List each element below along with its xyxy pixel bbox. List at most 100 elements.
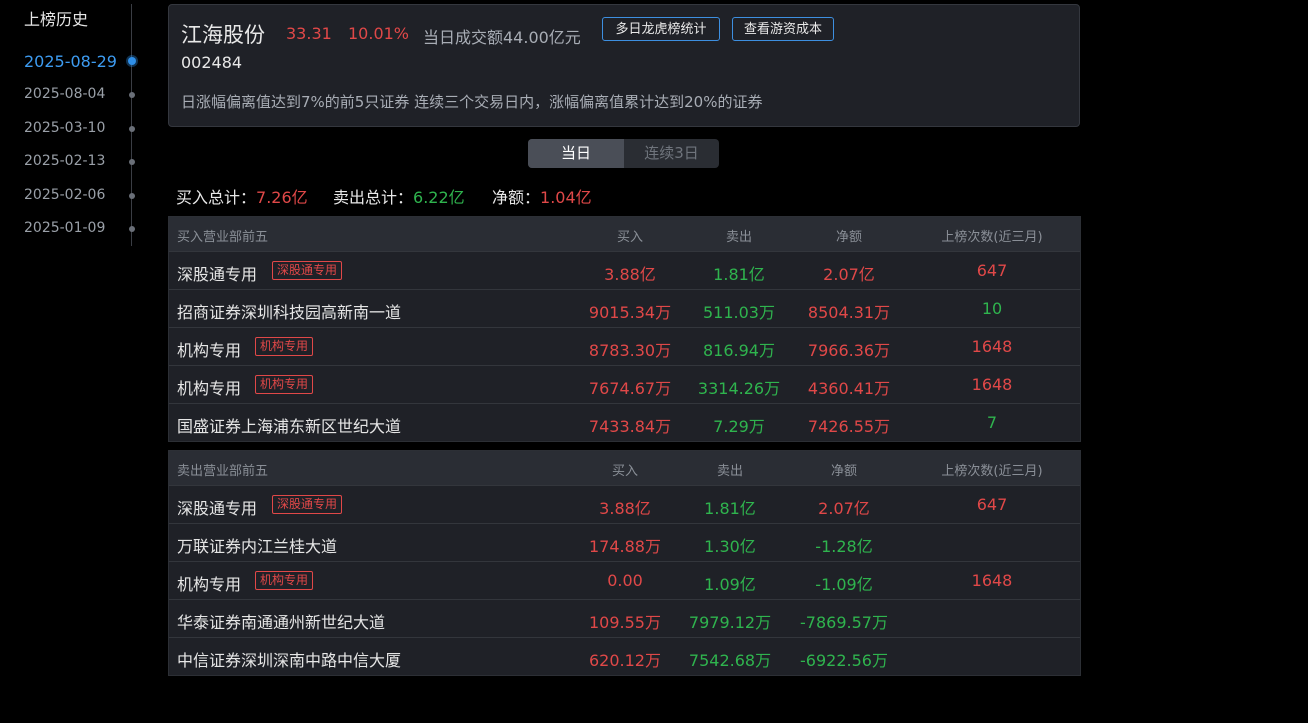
history-date-label: 2025-08-04 [24,86,106,102]
stock-price: 33.31 [286,24,332,43]
net-amount: 2.07亿 [818,499,870,518]
header-buy: 买入 [616,230,644,245]
history-date-item[interactable]: 2025-08-29 [24,52,144,72]
list-count: 7 [986,413,998,432]
sell-total: 卖出总计：6.22亿 [333,184,465,208]
sell-amount: 1.81亿 [713,265,765,284]
history-date-item[interactable]: 2025-03-10 [24,120,144,140]
seat-tag: 机构专用 [255,375,314,394]
table-row[interactable]: 机构专用 机构专用 7674.67万 3314.26万 4360.41万 164… [169,365,1080,403]
timeline-dot-icon [129,126,135,132]
buy-amount: 0.00 [607,571,643,590]
buy-amount: 620.12万 [589,651,661,670]
table-row[interactable]: 深股通专用 深股通专用 3.88亿 1.81亿 2.07亿 647 [169,485,1080,523]
daily-turnover: 当日成交额44.00亿元 [423,28,581,47]
seat-name: 华泰证券南通通州新世纪大道 [177,613,386,632]
history-date-item[interactable]: 2025-01-09 [24,220,144,240]
net-total-label: 净额： [492,188,541,207]
net-amount: -7869.57万 [800,613,888,632]
sidebar-title: 上榜历史 [24,10,89,29]
sell-amount: 1.81亿 [704,499,756,518]
timeline-dot-icon [129,159,135,165]
sell-total-value: 6.22亿 [413,188,465,207]
sell-total-label: 卖出总计： [333,188,414,207]
net-amount: 7966.36万 [807,341,891,360]
buy-total: 买入总计：7.26亿 [176,184,308,208]
timeline-dot-icon [129,193,135,199]
seat-name: 深股通专用 [177,499,258,518]
table-row[interactable]: 万联证券内江兰桂大道 174.88万 1.30亿 -1.28亿 [169,523,1080,561]
sell-amount: 1.30亿 [704,537,756,556]
buy-total-value: 7.26亿 [256,188,308,207]
buy-amount: 9015.34万 [588,303,672,322]
header-count: 上榜次数(近三月) [941,230,1043,245]
hot-money-cost-button[interactable]: 查看游资成本 [732,17,834,41]
list-count: 647 [976,495,1008,514]
table-row[interactable]: 国盛证券上海浦东新区世纪大道 7433.84万 7.29万 7426.55万 7 [169,403,1080,441]
table-row[interactable]: 中信证券深圳深南中路中信大厦 620.12万 7542.68万 -6922.56… [169,637,1080,675]
seat-name: 机构专用 [177,379,242,398]
net-amount: -1.09亿 [815,575,873,594]
header-net: 净额 [830,464,858,479]
sell-amount: 7979.12万 [688,613,772,632]
table-header: 买入营业部前五 买入 卖出 净额 上榜次数(近三月) [169,217,1080,251]
history-date-label: 2025-03-10 [24,120,106,136]
table-header: 卖出营业部前五 买入 卖出 净额 上榜次数(近三月) [169,451,1080,485]
table-row[interactable]: 华泰证券南通通州新世纪大道 109.55万 7979.12万 -7869.57万 [169,599,1080,637]
history-date-label: 2025-02-06 [24,187,106,203]
list-count: 1648 [971,571,1013,590]
sell-amount: 511.03万 [703,303,775,322]
history-date-label: 2025-02-13 [24,153,106,169]
tab-today[interactable]: 当日 [528,139,624,168]
history-date-item[interactable]: 2025-08-04 [24,86,144,106]
header-sell: 卖出 [725,230,753,245]
table-row[interactable]: 机构专用 机构专用 8783.30万 816.94万 7966.36万 1648 [169,327,1080,365]
listing-reason: 日涨幅偏离值达到7%的前5只证券 连续三个交易日内，涨幅偏离值累计达到20%的证… [181,93,763,111]
buy-total-label: 买入总计： [176,188,257,207]
list-count: 1648 [971,337,1013,356]
table-row[interactable]: 深股通专用 深股通专用 3.88亿 1.81亿 2.07亿 647 [169,251,1080,289]
timeline-dot-icon [128,57,136,65]
period-tabs: 当日 连续3日 [528,139,719,168]
sell-amount: 7542.68万 [688,651,772,670]
list-count: 10 [981,299,1003,318]
history-date-item[interactable]: 2025-02-06 [24,187,144,207]
buy-amount: 7674.67万 [588,379,672,398]
seat-name: 万联证券内江兰桂大道 [177,537,338,556]
history-date-label: 2025-08-29 [24,52,117,71]
net-amount: -1.28亿 [815,537,873,556]
stock-header-card: 江海股份 33.31 10.01% 当日成交额44.00亿元 多日龙虎榜统计 查… [168,4,1080,127]
seat-name: 深股通专用 [177,265,258,284]
header-net: 净额 [835,230,863,245]
buy-amount: 8783.30万 [588,341,672,360]
seat-tag: 机构专用 [255,337,314,356]
net-amount: 2.07亿 [823,265,875,284]
seat-tag: 深股通专用 [272,261,343,280]
tab-three-days[interactable]: 连续3日 [624,139,719,168]
net-amount: -6922.56万 [800,651,888,670]
seat-name: 中信证券深圳深南中路中信大厦 [177,651,402,670]
net-amount: 8504.31万 [807,303,891,322]
header-sell: 卖出 [716,464,744,479]
seat-tag: 深股通专用 [272,495,343,514]
history-date-item[interactable]: 2025-02-13 [24,153,144,173]
multi-day-stats-button[interactable]: 多日龙虎榜统计 [602,17,720,41]
seat-tag: 机构专用 [255,571,314,590]
stock-code: 002484 [181,53,243,72]
net-amount: 4360.41万 [807,379,891,398]
table-row[interactable]: 机构专用 机构专用 0.00 1.09亿 -1.09亿 1648 [169,561,1080,599]
seat-name: 国盛证券上海浦东新区世纪大道 [177,417,402,436]
history-date-label: 2025-01-09 [24,220,106,236]
net-amount: 7426.55万 [807,417,891,436]
stock-name: 江海股份 [181,23,265,47]
buy-amount: 7433.84万 [588,417,672,436]
sell-amount: 816.94万 [703,341,775,360]
table-row[interactable]: 招商证券深圳科技园高新南一道 9015.34万 511.03万 8504.31万… [169,289,1080,327]
buy-amount: 3.88亿 [599,499,651,518]
header-seat: 买入营业部前五 [177,230,269,245]
list-count: 1648 [971,375,1013,394]
header-count: 上榜次数(近三月) [941,464,1043,479]
sell-amount: 1.09亿 [704,575,756,594]
history-sidebar: 上榜历史 2025-08-29 2025-08-04 2025-03-10 20… [0,0,150,723]
list-count: 647 [976,261,1008,280]
